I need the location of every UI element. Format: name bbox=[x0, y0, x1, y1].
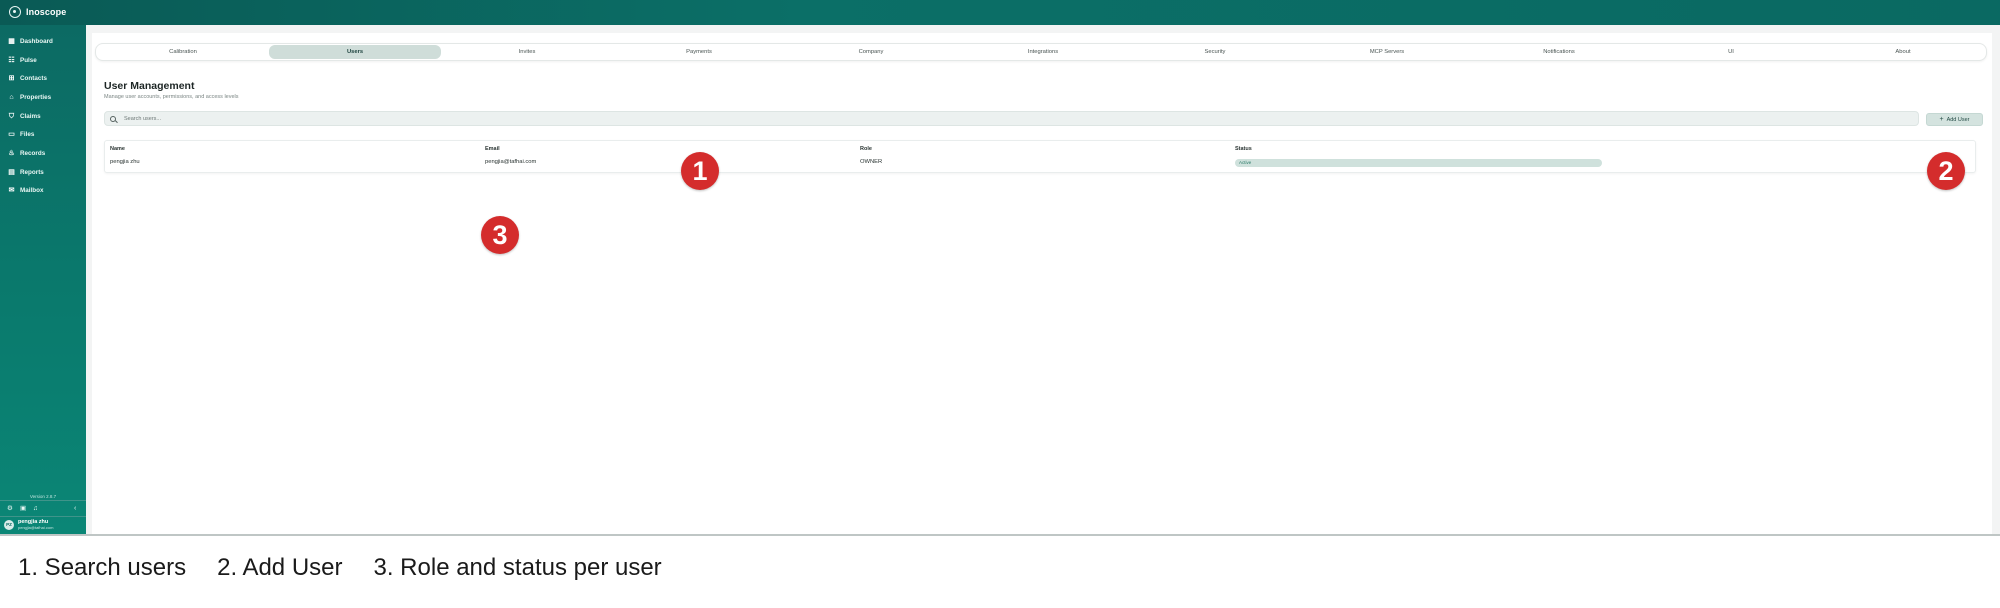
search-box bbox=[104, 111, 1919, 126]
table-row[interactable] bbox=[105, 154, 1975, 170]
tab-users[interactable]: Users bbox=[269, 45, 441, 59]
logo-icon bbox=[9, 6, 21, 18]
tab-notifications[interactable]: Notifications bbox=[1473, 45, 1645, 59]
dashboard-icon: ▦ bbox=[8, 37, 15, 45]
plus-icon: + bbox=[1939, 116, 1944, 123]
settings-panel: Calibration Users Invites Payments Compa… bbox=[92, 33, 1992, 534]
page-subtitle: Manage user accounts, permissions, and a… bbox=[104, 94, 239, 100]
top-bar: Inoscope bbox=[0, 0, 2000, 25]
settings-tabs: Calibration Users Invites Payments Compa… bbox=[95, 43, 1987, 61]
column-header-name[interactable]: Name bbox=[110, 146, 125, 152]
tab-invites[interactable]: Invites bbox=[441, 45, 613, 59]
sidebar-item-properties[interactable]: ⌂ Properties bbox=[0, 88, 86, 107]
folder-icon: ▭ bbox=[8, 131, 15, 139]
sidebar-item-label: Mailbox bbox=[20, 187, 44, 195]
sidebar-item-label: Files bbox=[20, 131, 35, 139]
report-icon: ▤ bbox=[8, 168, 15, 176]
cell-name: pengjia zhu bbox=[110, 159, 140, 165]
sidebar-item-dashboard[interactable]: ▦ Dashboard bbox=[0, 32, 86, 51]
user-info: pengjia zhu pengjia@tafhai.com bbox=[18, 519, 53, 530]
sidebar-item-claims[interactable]: ⛉ Claims bbox=[0, 107, 86, 126]
sidebar-item-files[interactable]: ▭ Files bbox=[0, 125, 86, 144]
shield-icon: ⛉ bbox=[8, 112, 15, 120]
brand[interactable]: Inoscope bbox=[9, 6, 66, 18]
add-user-label: Add User bbox=[1946, 116, 1970, 123]
main-content: Calibration Users Invites Payments Compa… bbox=[86, 25, 2000, 534]
sidebar-nav: ▦ Dashboard ☷ Pulse ⊞ Contacts ⌂ Propert… bbox=[0, 32, 86, 200]
sidebar-footer-icons: ⚙ ▣ ♫ bbox=[7, 505, 40, 512]
sidebar-item-label: Properties bbox=[20, 93, 52, 101]
caption-item-2: 2. Add User bbox=[217, 554, 343, 581]
sidebar-item-label: Pulse bbox=[20, 56, 37, 64]
home-icon: ⌂ bbox=[9, 93, 14, 101]
contacts-icon: ⊞ bbox=[8, 75, 15, 83]
cell-role: OWNER bbox=[860, 159, 883, 165]
tab-mcp-servers[interactable]: MCP Servers bbox=[1301, 45, 1473, 59]
users-table: Name Email Role Status pengjia zhu pengj… bbox=[104, 140, 1976, 173]
collapse-sidebar-icon[interactable]: ‹ bbox=[74, 505, 76, 512]
caption-item-1: 1. Search users bbox=[18, 554, 187, 581]
search-input[interactable] bbox=[122, 114, 1826, 123]
bell-icon[interactable]: ♫ bbox=[33, 505, 40, 512]
sidebar-item-label: Contacts bbox=[20, 75, 47, 83]
status-badge: Active bbox=[1235, 159, 1602, 167]
annotation-badge-3: 3 bbox=[481, 216, 519, 254]
settings-icon[interactable]: ⚙ bbox=[7, 505, 14, 512]
annotation-badge-1: 1 bbox=[681, 152, 719, 190]
tab-integrations[interactable]: Integrations bbox=[957, 45, 1129, 59]
user-profile[interactable]: PZ pengjia zhu pengjia@tafhai.com bbox=[4, 519, 53, 530]
sidebar-item-pulse[interactable]: ☷ Pulse bbox=[0, 51, 86, 70]
sidebar-item-label: Reports bbox=[20, 168, 44, 176]
avatar: PZ bbox=[4, 519, 14, 530]
tab-payments[interactable]: Payments bbox=[613, 45, 785, 59]
column-header-role[interactable]: Role bbox=[860, 146, 872, 152]
sidebar-item-contacts[interactable]: ⊞ Contacts bbox=[0, 69, 86, 88]
divider bbox=[0, 500, 86, 501]
tab-ui[interactable]: UI bbox=[1645, 45, 1817, 59]
search-icon bbox=[110, 115, 116, 122]
add-user-button[interactable]: + Add User bbox=[1926, 113, 1983, 126]
cell-email: pengjia@tafhai.com bbox=[485, 159, 537, 165]
column-header-email[interactable]: Email bbox=[485, 146, 500, 152]
tab-about[interactable]: About bbox=[1817, 45, 1989, 59]
sidebar-item-reports[interactable]: ▤ Reports bbox=[0, 163, 86, 182]
sidebar-item-label: Dashboard bbox=[20, 37, 53, 45]
column-header-status[interactable]: Status bbox=[1235, 146, 1252, 152]
user-email: pengjia@tafhai.com bbox=[18, 525, 54, 530]
tab-calibration[interactable]: Calibration bbox=[97, 45, 269, 59]
caption-divider bbox=[0, 534, 2000, 536]
sidebar-item-mailbox[interactable]: ✉ Mailbox bbox=[0, 182, 86, 201]
pulse-icon: ☷ bbox=[8, 56, 15, 64]
annotation-badge-2: 2 bbox=[1927, 152, 1965, 190]
status-text: Active bbox=[1239, 160, 1252, 165]
sidebar: ▦ Dashboard ☷ Pulse ⊞ Contacts ⌂ Propert… bbox=[0, 25, 86, 534]
flame-icon: ♨ bbox=[8, 149, 15, 157]
sidebar-item-label: Records bbox=[20, 149, 46, 157]
caption-item-3: 3. Role and status per user bbox=[373, 554, 662, 581]
caption: 1. Search users 2. Add User 3. Role and … bbox=[18, 554, 662, 582]
page-title: User Management bbox=[104, 80, 195, 92]
version-label: Version 2.8.7 bbox=[29, 494, 57, 499]
sidebar-item-label: Claims bbox=[20, 112, 41, 120]
app-name: Inoscope bbox=[26, 7, 67, 17]
tab-security[interactable]: Security bbox=[1129, 45, 1301, 59]
tab-company[interactable]: Company bbox=[785, 45, 957, 59]
sidebar-item-records[interactable]: ♨ Records bbox=[0, 144, 86, 163]
divider bbox=[0, 516, 86, 517]
mail-icon: ✉ bbox=[8, 187, 15, 195]
book-icon[interactable]: ▣ bbox=[20, 505, 27, 512]
